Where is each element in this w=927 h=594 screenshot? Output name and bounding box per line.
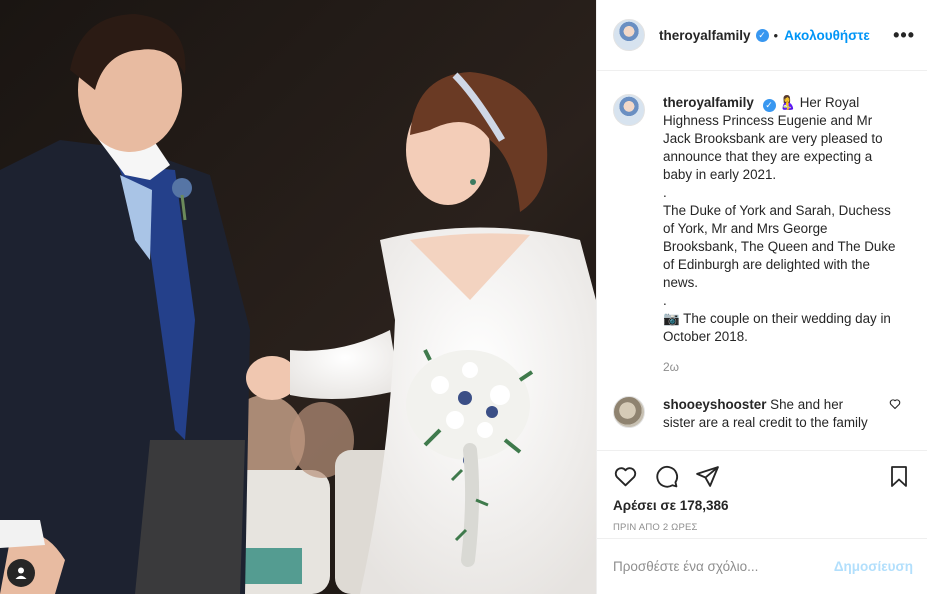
comment-username[interactable]: shooeyshooster (663, 397, 766, 412)
bookmark-icon[interactable] (887, 464, 911, 489)
add-comment-bar: Δημοσίευση (597, 538, 927, 594)
caption-paragraph-2: The Duke of York and Sarah, Duchess of Y… (663, 203, 896, 290)
separator-dot: • (773, 27, 779, 43)
action-bar (613, 463, 911, 489)
caption-avatar[interactable] (613, 94, 645, 126)
caption-timestamp[interactable]: 2ω (663, 360, 911, 374)
baby-emoji: 🤱 (779, 95, 796, 110)
caption-text: theroyalfamily ✓ 🤱 Her Royal Highness Pr… (663, 94, 903, 346)
avatar[interactable] (613, 19, 645, 51)
caption-username[interactable]: theroyalfamily (663, 95, 754, 110)
post-timestamp[interactable]: ΠΡΙΝ ΑΠΟ 2 ΩΡΕΣ (613, 522, 911, 533)
verified-badge-icon: ✓ (762, 98, 776, 112)
camera-emoji: 📷 (663, 311, 680, 326)
comment-avatar[interactable] (613, 396, 645, 428)
comment-like-heart-icon[interactable] (889, 398, 901, 413)
user-icon (15, 567, 27, 579)
post-photo[interactable] (0, 0, 596, 594)
likes-count[interactable]: Αρέσει σε 178,386 (613, 498, 911, 513)
comment-text: shooeyshooster She and her sister are a … (663, 396, 873, 432)
post-header: theroyalfamily ✓ • Ακολουθήστε ••• (597, 0, 927, 71)
follow-button[interactable]: Ακολουθήστε (784, 28, 870, 43)
more-options-icon[interactable]: ••• (893, 26, 915, 44)
caption-paragraph-3: 📷 The couple on their wedding day in Oct… (663, 310, 903, 346)
caption-dot-1: . (663, 185, 667, 200)
comment-input[interactable] (613, 559, 834, 574)
post-comment-button[interactable]: Δημοσίευση (834, 559, 913, 574)
paper-plane-icon[interactable] (695, 464, 720, 489)
caption-paragraph-3-text: The couple on their wedding day in Octob… (663, 311, 891, 344)
verified-badge-icon: ✓ (755, 28, 769, 42)
wedding-photo-illustration (0, 0, 596, 594)
post-actions-section: Αρέσει σε 178,386 ΠΡΙΝ ΑΠΟ 2 ΩΡΕΣ (597, 450, 927, 533)
post-caption: theroyalfamily ✓ 🤱 Her Royal Highness Pr… (613, 94, 911, 346)
heart-icon[interactable] (613, 464, 638, 489)
caption-dot-2: . (663, 293, 667, 308)
comment-icon[interactable] (654, 464, 679, 489)
comment-item: shooeyshooster She and her sister are a … (613, 396, 911, 432)
tagged-users-button[interactable] (7, 559, 35, 587)
post-side-panel: theroyalfamily ✓ • Ακολουθήστε ••• thero… (596, 0, 927, 594)
comments-list[interactable]: theroyalfamily ✓ 🤱 Her Royal Highness Pr… (597, 72, 927, 450)
header-username[interactable]: theroyalfamily (659, 28, 751, 43)
